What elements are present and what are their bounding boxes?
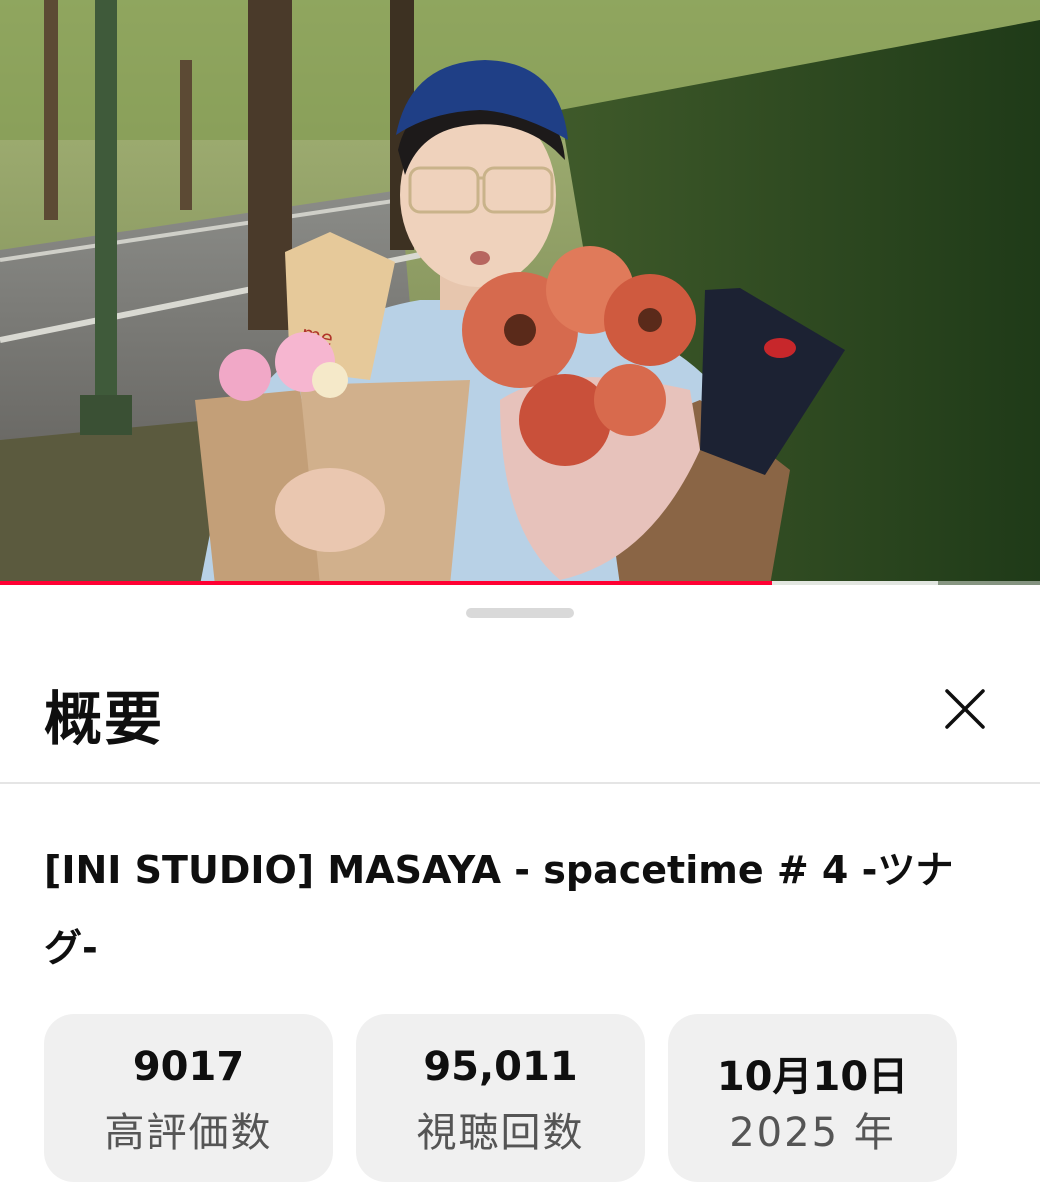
video-player[interactable]: me: [0, 0, 1040, 585]
stat-date: 10月10日 2025 年: [668, 1014, 957, 1182]
sheet-title: 概要: [44, 685, 165, 753]
stat-value: 9017: [132, 1044, 245, 1090]
video-frame-image: me: [0, 0, 1040, 585]
progress-buffer: [771, 581, 939, 585]
stat-likes: 9017 高評価数: [44, 1014, 333, 1182]
divider: [0, 782, 1040, 784]
stat-label: 視聴回数: [416, 1110, 585, 1156]
close-icon: [945, 689, 985, 729]
progress-fill: [0, 581, 772, 585]
progress-bar[interactable]: [0, 581, 1040, 585]
stat-value: 10月10日: [716, 1054, 909, 1100]
stat-label: 2025 年: [729, 1110, 896, 1156]
description-sheet: 概要 [INI STUDIO] MASAYA - spacetime # 4 -…: [0, 586, 1040, 1200]
stat-label: 高評価数: [104, 1110, 273, 1156]
stat-views: 95,011 視聴回数: [356, 1014, 645, 1182]
video-title: [INI STUDIO] MASAYA - spacetime # 4 -ツナグ…: [44, 848, 954, 970]
stats-row: 9017 高評価数 95,011 視聴回数 10月10日 2025 年: [44, 1014, 998, 1182]
close-button[interactable]: [936, 680, 994, 738]
drag-handle[interactable]: [466, 608, 574, 618]
stat-value: 95,011: [423, 1044, 578, 1090]
